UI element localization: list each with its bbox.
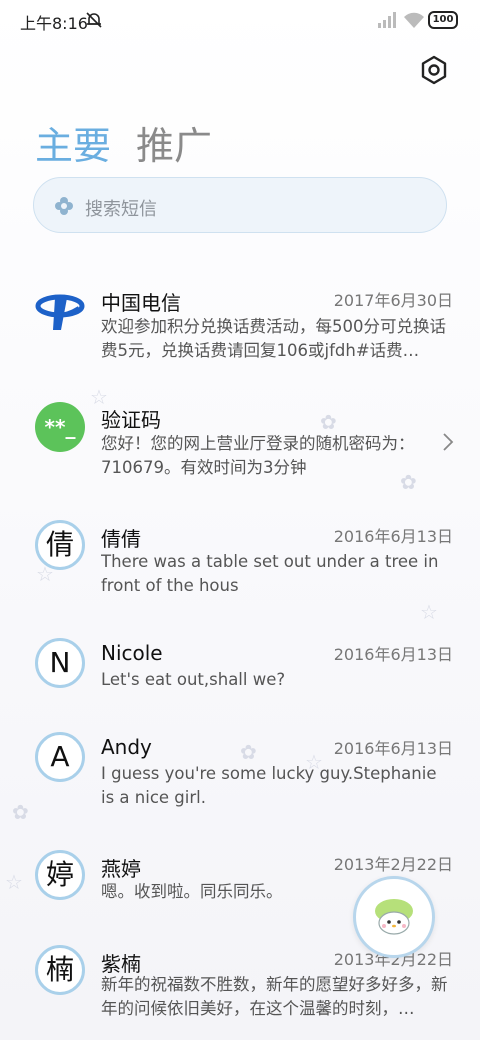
conversation-date: 2013年2月22日 (333, 855, 453, 874)
conversation-snippet: Let's eat out,shall we? (101, 670, 286, 689)
signal-icon (378, 12, 396, 28)
conversation-snippet: I guess you're some lucky guy.Stephanie … (101, 764, 437, 807)
conversation-snippet: 您好！您的网上营业厅登录的随机密码为：710679。有效时间为3分钟 (101, 434, 415, 477)
tab-primary[interactable]: 主要 (35, 115, 111, 170)
conversation-name: 验证码 (101, 408, 161, 432)
avatar: **_ (35, 402, 85, 452)
avatar: 婷 (35, 850, 85, 900)
conversation-name: Andy (101, 735, 152, 759)
conversation-date: 2017年6月30日 (333, 291, 453, 310)
battery-icon: 100 (428, 11, 458, 29)
conversation-name: Nicole (101, 641, 163, 665)
conversation-date: 2016年6月13日 (333, 739, 453, 758)
search-placeholder: 搜索短信 (85, 199, 157, 220)
avatar: N (35, 638, 85, 688)
status-time: 上午8:16 (20, 14, 88, 33)
conversation-date: 2016年6月13日 (333, 645, 453, 664)
conversation-snippet: There was a table set out under a tree i… (101, 552, 439, 595)
settings-hexagon-icon[interactable] (418, 54, 450, 86)
chevron-right-icon (443, 433, 454, 451)
compose-button[interactable] (353, 876, 435, 958)
conversation-name: 倩倩 (101, 527, 141, 551)
conversation-date: 2016年6月13日 (333, 527, 453, 546)
conversation-row[interactable]: A Andy 2016年6月13日 I guess you're some lu… (0, 730, 480, 820)
tab-promotions[interactable]: 推广 (136, 115, 212, 170)
conversation-snippet: 新年的祝福数不胜数，新年的愿望好多好多，新年的问候依旧美好，在这个温馨的时刻，… (101, 975, 448, 1018)
conversation-row-china-telecom[interactable]: 中国电信 2017年6月30日 欢迎参加积分兑换话费活动，每500分可兑换话费5… (0, 278, 480, 378)
avatar: A (35, 732, 85, 782)
conversation-snippet: 欢迎参加积分兑换话费活动，每500分可兑换话费5元，兑换话费请回复106或jfd… (101, 317, 446, 360)
status-bar: 上午8:16 100 (0, 0, 480, 42)
conversation-name: 燕婷 (101, 857, 141, 881)
search-bar[interactable]: 搜索短信 (33, 177, 447, 233)
china-telecom-logo (35, 294, 85, 330)
wifi-icon (404, 12, 424, 28)
compose-cartoon-icon (375, 899, 413, 935)
conversation-row[interactable]: 倩 倩倩 2016年6月13日 There was a table set ou… (0, 518, 480, 608)
avatar: 倩 (35, 520, 85, 570)
conversation-row-verification-code[interactable]: **_ 验证码 您好！您的网上营业厅登录的随机密码为：710679。有效时间为3… (0, 400, 480, 490)
conversation-name: 中国电信 (101, 291, 181, 315)
mute-bell-icon (86, 12, 102, 28)
conversation-row[interactable]: N Nicole 2016年6月13日 Let's eat out,shall … (0, 636, 480, 706)
flower-search-icon (55, 197, 73, 215)
conversation-snippet: 嗯。收到啦。同乐同乐。 (101, 882, 283, 901)
avatar: 楠 (35, 945, 85, 995)
conversation-row[interactable]: 楠 紫楠 2013年2月22日 新年的祝福数不胜数，新年的愿望好多好多，新年的问… (0, 943, 480, 1033)
